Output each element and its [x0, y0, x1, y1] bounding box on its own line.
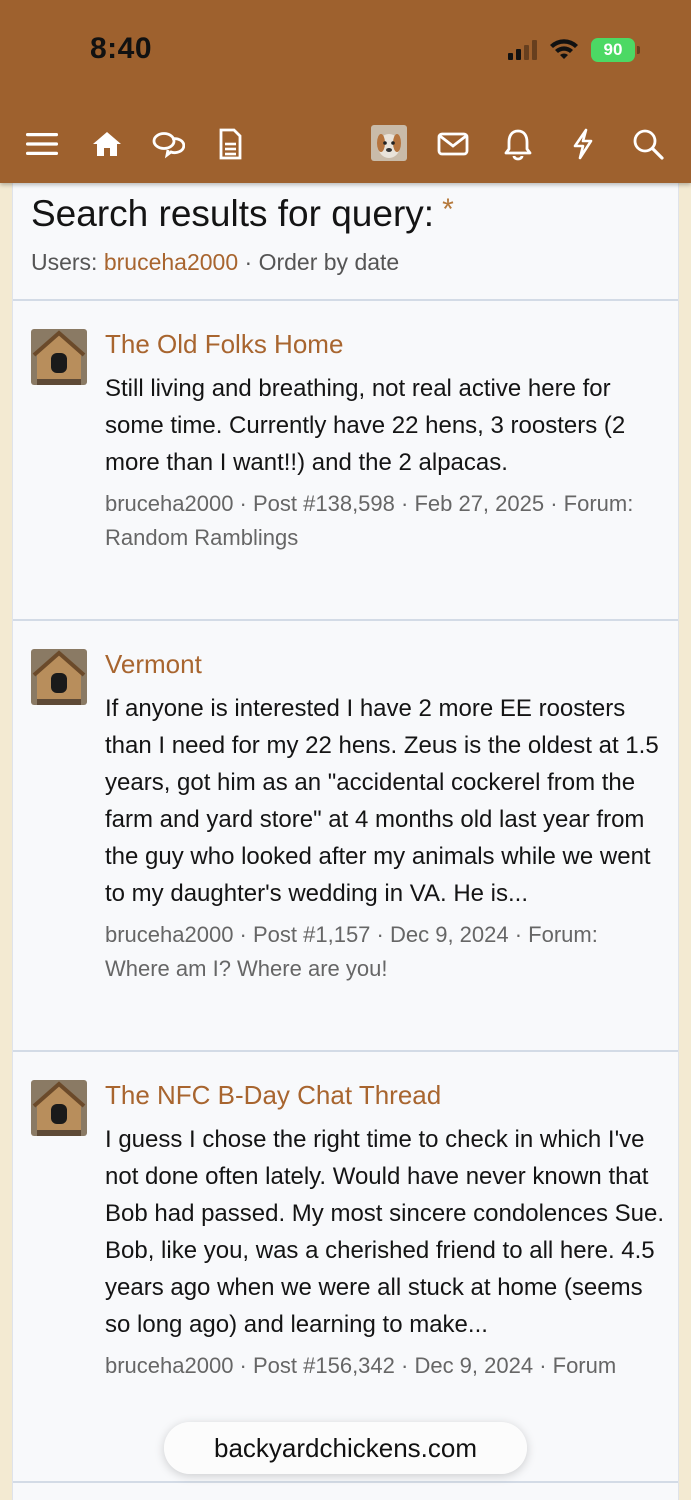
url-domain: backyardchickens.com — [214, 1432, 477, 1463]
inbox-icon[interactable] — [427, 118, 479, 170]
result-meta: bruceha2000 · Post #1,157 · Dec 9, 2024 … — [105, 922, 598, 981]
result-title-link[interactable]: The Old Folks Home — [105, 329, 668, 360]
poster-avatar[interactable] — [31, 649, 87, 705]
user-avatar[interactable] — [371, 125, 407, 161]
home-icon[interactable] — [81, 118, 133, 170]
search-icon[interactable] — [622, 118, 674, 170]
page-title-text: Search results for query: — [31, 193, 435, 234]
search-header: Search results for query: * Users: bruceh… — [13, 183, 678, 301]
menu-icon[interactable] — [16, 118, 68, 170]
status-time: 8:40 — [90, 32, 153, 65]
nav-bar — [0, 118, 691, 170]
search-result: The Old Folks Home Still living and brea… — [13, 301, 678, 621]
page-title: Search results for query: * — [31, 193, 678, 235]
result-snippet: If anyone is interested I have 2 more EE… — [105, 695, 659, 907]
result-meta: bruceha2000 · Post #138,598 · Feb 27, 20… — [105, 491, 634, 550]
result-title-link[interactable]: The NFC B-Day Chat Thread — [105, 1080, 668, 1111]
poster-avatar[interactable] — [31, 329, 87, 385]
wifi-icon — [550, 39, 578, 59]
battery-level: 90 — [603, 40, 623, 59]
user-filter-link[interactable]: bruceha2000 — [104, 249, 238, 275]
forums-icon[interactable] — [142, 118, 194, 170]
order-label: · Order by date — [244, 249, 400, 275]
bolt-icon[interactable] — [557, 118, 609, 170]
result-meta: bruceha2000 · Post #156,342 · Dec 9, 202… — [105, 1353, 617, 1378]
result-snippet: Still living and breathing, not real act… — [105, 375, 626, 476]
status-indicators: 90 — [508, 38, 640, 62]
cellular-signal-icon — [508, 40, 537, 60]
poster-avatar[interactable] — [31, 1080, 87, 1136]
users-label: Users: — [31, 249, 98, 275]
battery-icon: 90 — [591, 38, 640, 62]
search-result: Vermont If anyone is interested I have 2… — [13, 621, 678, 1052]
top-bar: 8:40 90 — [0, 0, 691, 183]
search-query: * — [442, 193, 454, 226]
result-snippet: I guess I chose the right time to check … — [105, 1126, 664, 1338]
bell-icon[interactable] — [492, 118, 544, 170]
search-result: The NFC B-Day Chat Thread I guess I chos… — [13, 1052, 678, 1483]
search-filters: Users: bruceha2000 · Order by date — [31, 249, 678, 276]
whats-new-icon[interactable] — [204, 118, 256, 170]
search-results-page: Search results for query: * Users: bruceh… — [12, 183, 679, 1500]
result-title-link[interactable]: Vermont — [105, 649, 668, 680]
url-bar[interactable]: backyardchickens.com — [164, 1422, 527, 1474]
